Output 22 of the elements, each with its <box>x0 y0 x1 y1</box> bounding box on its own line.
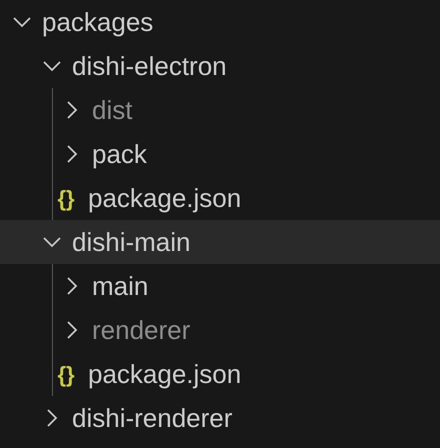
tree-row[interactable]: dishi-electron <box>0 44 440 88</box>
selected-tree-row[interactable]: dishi-main <box>0 220 440 264</box>
folder-name: dishi-electron <box>72 50 227 82</box>
folder-name: main <box>92 270 148 302</box>
folder-name: dishi-renderer <box>72 402 232 434</box>
tree-row[interactable]: {} package.json <box>0 176 440 220</box>
file-name: package.json <box>88 182 242 214</box>
file-name: package.json <box>88 358 242 390</box>
folder-name: renderer <box>92 314 190 346</box>
folder-name: packages <box>42 6 154 38</box>
tree-row[interactable]: pack <box>0 132 440 176</box>
folder-name: dishi-main <box>72 226 190 258</box>
folder-name: pack <box>92 138 147 170</box>
tree-row[interactable]: renderer <box>0 308 440 352</box>
tree-row[interactable]: dishi-renderer <box>0 396 440 440</box>
tree-row[interactable]: packages <box>0 0 440 44</box>
folder-name: dist <box>92 94 132 126</box>
json-file-icon: {} <box>52 182 80 214</box>
tree-row[interactable]: dist <box>0 88 440 132</box>
tree-row[interactable]: {} package.json <box>0 352 440 396</box>
tree-row[interactable]: main <box>0 264 440 308</box>
json-file-icon: {} <box>52 358 80 390</box>
